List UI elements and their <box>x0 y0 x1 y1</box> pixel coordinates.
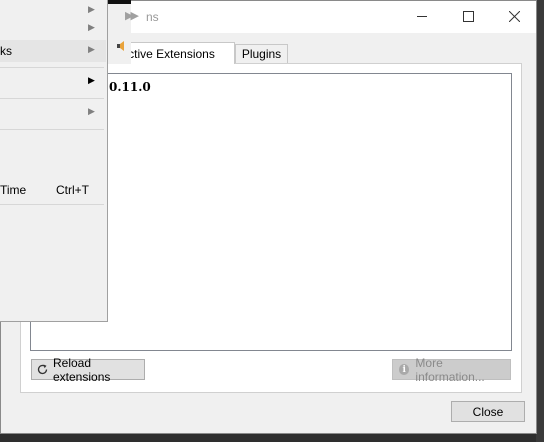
reload-icon <box>36 363 49 376</box>
more-information-label: More information... <box>415 355 485 384</box>
close-window-button[interactable] <box>491 1 537 31</box>
speaker-icon[interactable] <box>117 40 127 52</box>
close-icon <box>508 10 520 22</box>
menu-item-3[interactable]: ks ▶ <box>0 40 106 62</box>
fast-forward-icon[interactable]: ▶▶ <box>125 9 139 22</box>
toolbar-top-strip <box>107 0 131 4</box>
tab-plugins[interactable]: Plugins <box>235 44 288 63</box>
reload-extensions-label: Reload extensions <box>53 355 111 384</box>
menu-item-time[interactable]: Time Ctrl+T <box>0 179 106 201</box>
menu-separator <box>0 67 104 68</box>
tab-plugins-label: Plugins <box>241 47 282 61</box>
menu-shortcut: Ctrl+T <box>56 183 89 197</box>
submenu-arrow-icon: ▶ <box>88 106 95 116</box>
close-button-label: Close <box>472 404 504 419</box>
submenu-arrow-icon: ▶ <box>88 75 95 85</box>
more-information-button[interactable]: i More information... <box>392 356 511 384</box>
submenu-arrow-icon: ▶ <box>88 22 95 32</box>
menu-separator <box>0 98 104 99</box>
popup-menu: ▶ ▶ ks ▶ ▶ ▶ Time Ctrl+T <box>0 0 108 322</box>
maximize-button[interactable] <box>445 1 491 31</box>
minimize-button[interactable] <box>399 1 445 31</box>
submenu-arrow-icon: ▶ <box>88 4 95 14</box>
menu-separator <box>0 204 104 205</box>
menu-separator <box>0 129 104 130</box>
minimize-icon <box>417 15 427 17</box>
close-button[interactable]: Close <box>451 401 525 422</box>
submenu-arrow-icon: ▶ <box>88 44 95 54</box>
dialog-title: ns <box>146 10 159 24</box>
info-icon: i <box>399 364 410 375</box>
menu-item-5[interactable]: ▶ <box>0 102 106 124</box>
menu-item-4[interactable]: ▶ <box>0 71 106 93</box>
maximize-icon <box>462 10 474 22</box>
reload-extensions-button[interactable]: Reload extensions <box>31 356 145 384</box>
tab-active-extensions-label: ctive Extensions <box>128 46 215 61</box>
extension-list-item[interactable]: 0.11.0 <box>109 80 151 94</box>
menu-item-2[interactable]: ▶ <box>0 18 106 40</box>
app-scroll-strip <box>536 0 544 442</box>
